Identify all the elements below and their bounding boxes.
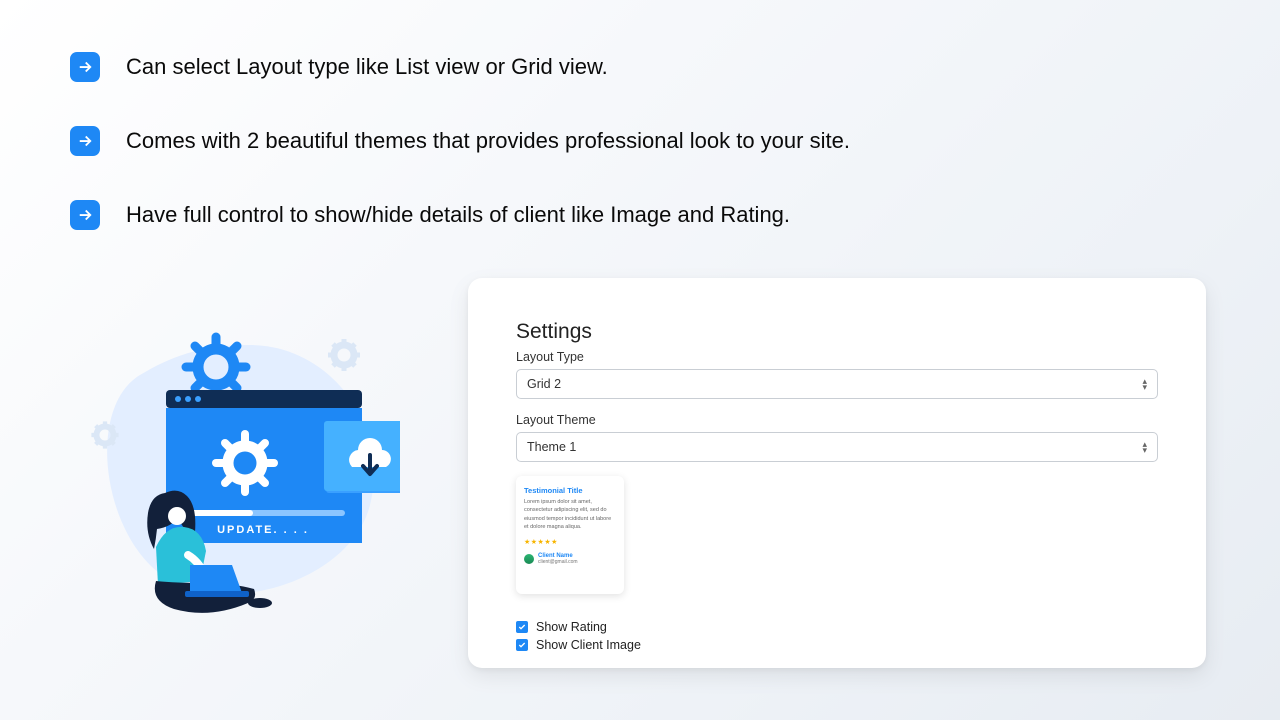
- star-rating-icon: ★★★★★: [524, 538, 616, 546]
- arrow-right-icon: [70, 200, 100, 230]
- feature-list: Can select Layout type like List view or…: [70, 52, 1220, 274]
- show-rating-label: Show Rating: [536, 620, 607, 634]
- layout-theme-select[interactable]: Theme 1 ▴▾: [516, 432, 1158, 462]
- layout-theme-label: Layout Theme: [516, 413, 1158, 427]
- show-client-image-label: Show Client Image: [536, 638, 641, 652]
- avatar-icon: [524, 554, 534, 564]
- feature-item: Comes with 2 beautiful themes that provi…: [70, 126, 1220, 156]
- show-rating-row[interactable]: Show Rating: [516, 620, 1158, 634]
- layout-theme-value: Theme 1: [527, 440, 576, 454]
- theme-preview-card: Testimonial Title Lorem ipsum dolor sit …: [516, 476, 624, 594]
- checkbox-checked-icon[interactable]: [516, 639, 528, 651]
- chevron-sort-icon: ▴▾: [1142, 441, 1147, 453]
- layout-type-value: Grid 2: [527, 377, 561, 391]
- preview-body: Lorem ipsum dolor sit amet, consectetur …: [524, 498, 616, 531]
- cloud-download-icon: [324, 421, 400, 493]
- layout-type-label: Layout Type: [516, 350, 1158, 364]
- feature-text: Comes with 2 beautiful themes that provi…: [126, 128, 850, 154]
- arrow-right-icon: [70, 52, 100, 82]
- preview-client-email: client@gmail.com: [538, 559, 578, 565]
- checkbox-checked-icon[interactable]: [516, 621, 528, 633]
- preview-title: Testimonial Title: [524, 486, 616, 495]
- feature-text: Have full control to show/hide details o…: [126, 202, 790, 228]
- layout-type-select[interactable]: Grid 2 ▴▾: [516, 369, 1158, 399]
- feature-item: Can select Layout type like List view or…: [70, 52, 1220, 82]
- update-label: UPDATE. . . .: [217, 524, 309, 536]
- arrow-right-icon: [70, 126, 100, 156]
- display-options: Show Rating Show Client Image: [516, 620, 1158, 652]
- update-illustration: UPDATE. . . .: [70, 315, 400, 625]
- show-client-image-row[interactable]: Show Client Image: [516, 638, 1158, 652]
- chevron-sort-icon: ▴▾: [1142, 378, 1147, 390]
- settings-panel: Settings Layout Type Grid 2 ▴▾ Layout Th…: [468, 278, 1206, 668]
- feature-item: Have full control to show/hide details o…: [70, 200, 1220, 230]
- feature-text: Can select Layout type like List view or…: [126, 54, 608, 80]
- settings-title: Settings: [516, 320, 1158, 344]
- preview-client: Client Name client@gmail.com: [524, 553, 616, 565]
